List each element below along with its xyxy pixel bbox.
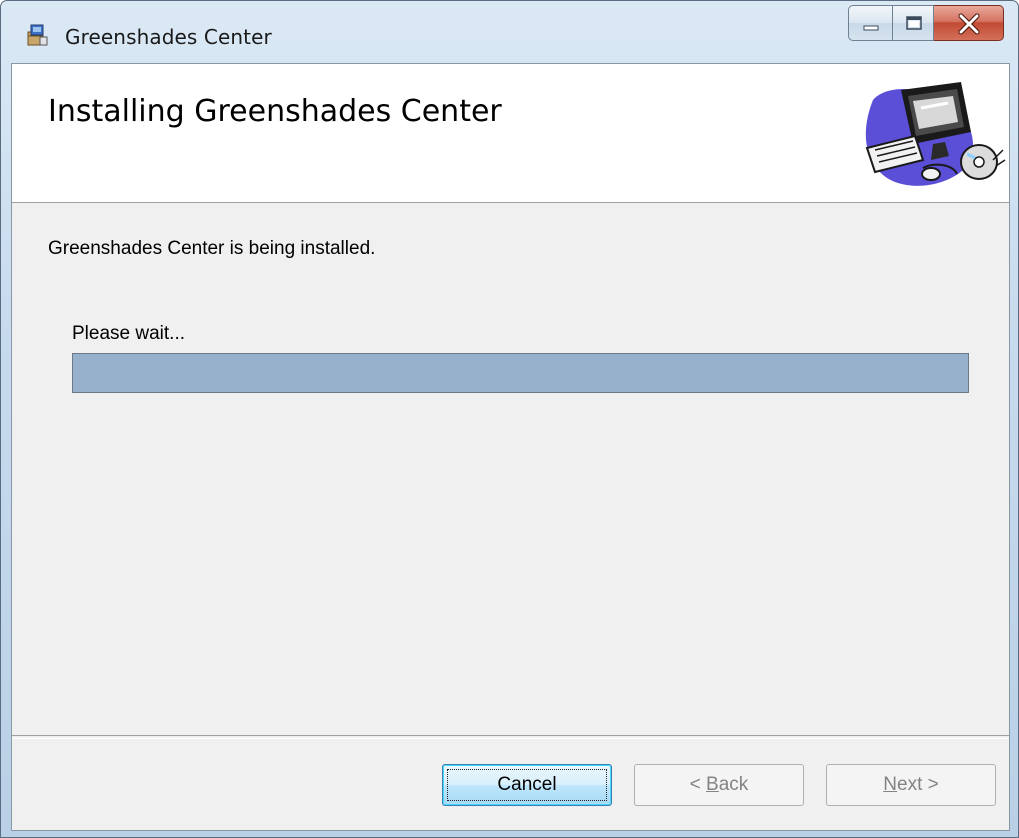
back-button-label: ack [718, 774, 749, 795]
next-button[interactable]: Next > [826, 764, 996, 806]
install-status-text: Greenshades Center is being installed. [48, 238, 376, 259]
maximize-button[interactable] [892, 5, 934, 41]
close-icon [958, 13, 980, 35]
close-button[interactable] [934, 5, 1004, 41]
back-button[interactable]: < Back [634, 764, 804, 806]
header-banner: Installing Greenshades Center [12, 64, 1009, 203]
footer-divider [12, 735, 1009, 739]
back-button-mnemonic: B [706, 774, 719, 795]
installer-package-icon [25, 23, 49, 47]
computer-cd-clipart [865, 82, 1006, 186]
title-bar[interactable]: Greenshades Center [1, 1, 1018, 63]
install-progress-bar [72, 353, 969, 393]
minimize-button[interactable] [848, 5, 892, 41]
dialog-client-area: Installing Greenshades Center Greenshade… [11, 63, 1010, 831]
window-title: Greenshades Center [65, 25, 272, 49]
cancel-button[interactable]: Cancel [442, 764, 612, 806]
progress-fill [73, 354, 968, 392]
back-button-arrow: < [689, 774, 707, 795]
maximize-icon [906, 16, 922, 30]
caption-buttons [848, 5, 1004, 41]
page-title: Installing Greenshades Center [48, 94, 502, 129]
next-button-mnemonic: N [883, 774, 897, 795]
please-wait-label: Please wait... [72, 323, 185, 344]
installer-window: Greenshades Center Installing Greenshade… [0, 0, 1019, 838]
cancel-button-label: Cancel [497, 774, 557, 795]
next-button-label: ext > [897, 774, 939, 795]
minimize-icon [863, 25, 879, 31]
